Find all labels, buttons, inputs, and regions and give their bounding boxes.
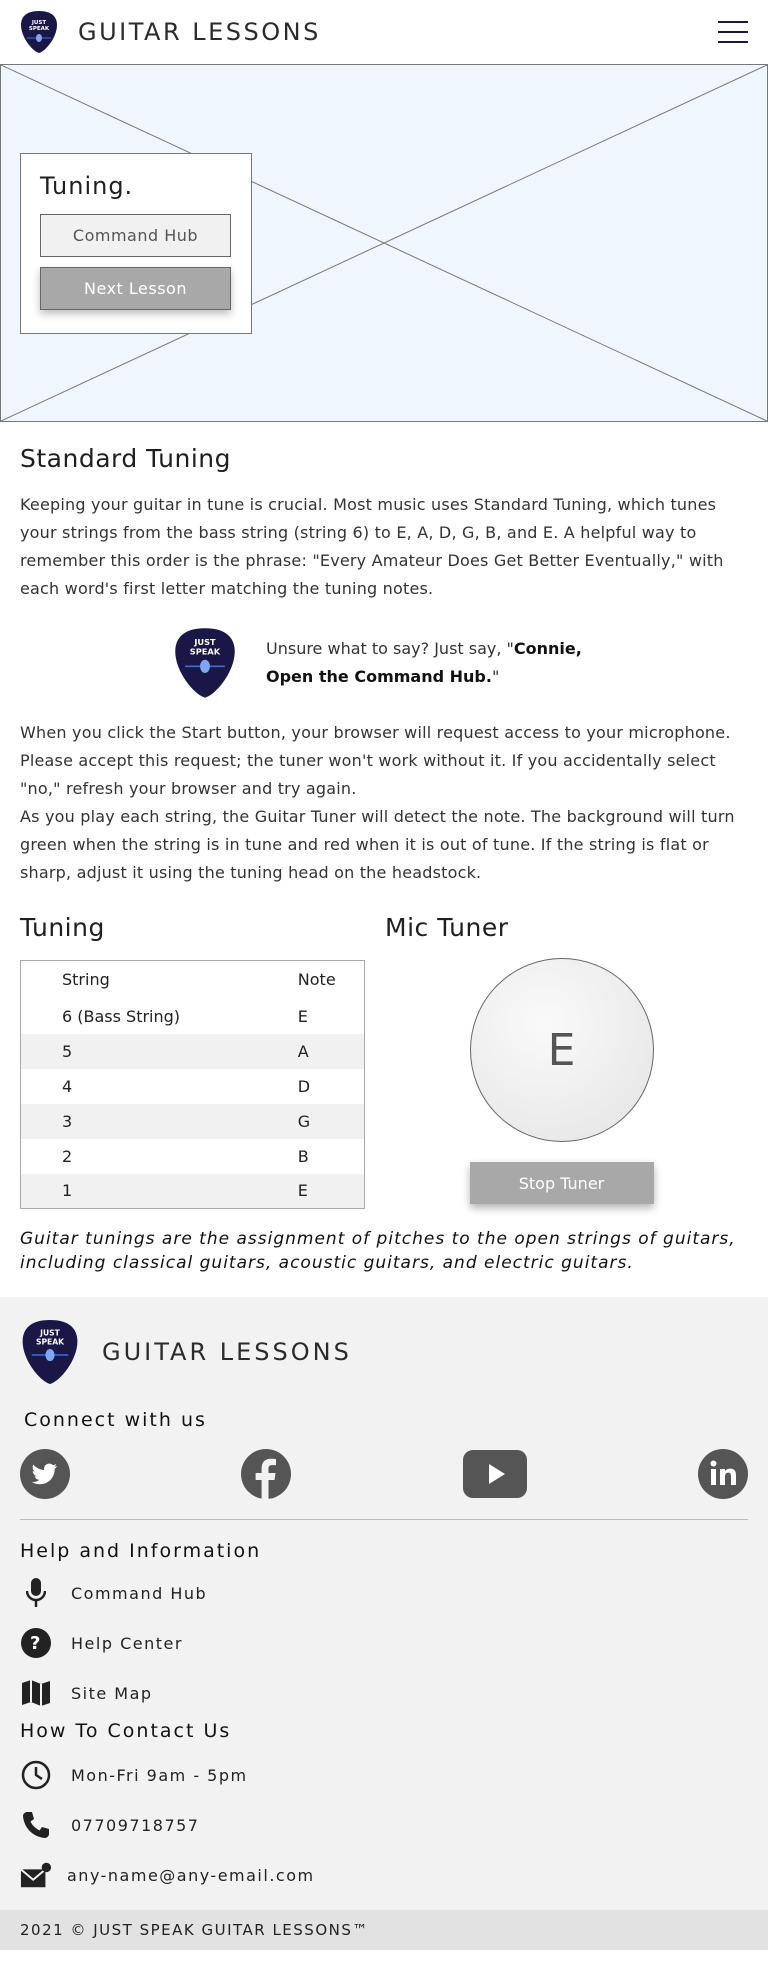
cell-string: 2 <box>62 1146 73 1166</box>
cell-string: 4 <box>62 1076 73 1096</box>
footer-logo-text-line2: SPEAK <box>36 1337 65 1346</box>
tuner-note-display: E <box>469 958 654 1142</box>
tuning-section: Tuning String Note 6 (Bass String) E 5A 4… <box>20 913 748 1209</box>
intro-paragraph: Keeping your guitar in tune is crucial. … <box>20 495 724 598</box>
cell-string: 3 <box>20 1103 298 1139</box>
contact-heading: How To Contact Us <box>20 1720 232 1742</box>
column-header-note: Note <box>297 970 336 990</box>
table-row: 5A <box>20 1033 365 1069</box>
social-links <box>20 1449 748 1520</box>
cell-note: E <box>297 1173 365 1209</box>
question-circle-icon: ? <box>20 1627 52 1659</box>
footer-title[interactable]: GUITAR LESSONS <box>102 1338 352 1366</box>
tip-logo-text-line2: SPEAK <box>190 647 221 657</box>
logo-text-line2: SPEAK <box>29 26 50 32</box>
table-row: 1E <box>20 1173 365 1209</box>
instructions-paragraph-1: When you click the Start button, your br… <box>20 723 731 798</box>
footer-brand[interactable]: JUST SPEAK GUITAR LESSONS <box>20 1317 748 1387</box>
brand[interactable]: JUST SPEAK GUITAR LESSONS <box>20 9 321 55</box>
mic-tuner: E Stop Tuner <box>375 958 748 1204</box>
menu-hamburger-icon[interactable] <box>718 19 748 45</box>
contact-hours: Mon-Fri 9am - 5pm <box>20 1750 748 1800</box>
logo-pick-icon: JUST SPEAK <box>172 625 238 701</box>
cell-note: B <box>297 1146 309 1166</box>
tip-suffix: " <box>491 667 500 686</box>
cell-string: 5 <box>20 1033 298 1069</box>
table-header-row: String Note <box>21 961 365 999</box>
command-hub-button[interactable]: Command Hub <box>40 214 231 257</box>
footer-link-label[interactable]: Help Center <box>71 1634 183 1653</box>
contact-phone-text[interactable]: 07709718757 <box>71 1816 199 1835</box>
voice-tip: JUST SPEAK Unsure what to say? Just say,… <box>20 625 748 701</box>
voice-tip-text: Unsure what to say? Just say, "Connie, O… <box>266 635 596 691</box>
tuning-table: String Note 6 (Bass String) E 5A 4D 3G 2B… <box>20 960 365 1209</box>
svg-text:?: ? <box>30 1633 42 1654</box>
site-title[interactable]: GUITAR LESSONS <box>78 18 321 46</box>
twitter-icon[interactable] <box>20 1449 70 1499</box>
hero-card: Tuning. Command Hub Next Lesson <box>20 153 252 334</box>
clock-icon <box>20 1759 52 1791</box>
contact-hours-text: Mon-Fri 9am - 5pm <box>71 1765 248 1785</box>
cell-string: 1 <box>20 1173 298 1209</box>
footer-link-label[interactable]: Command Hub <box>71 1584 207 1603</box>
hero-banner: Tuning. Command Hub Next Lesson <box>0 64 768 422</box>
mic-tuner-heading: Mic Tuner <box>385 913 509 942</box>
column-header-string: String <box>62 970 110 990</box>
youtube-icon[interactable] <box>462 1450 527 1498</box>
facebook-icon[interactable] <box>241 1449 292 1499</box>
mic-tuner-column: Mic Tuner E Stop Tuner <box>385 913 748 1209</box>
table-row: 3G <box>20 1103 365 1139</box>
tuning-heading: Tuning <box>20 913 105 942</box>
site-header: JUST SPEAK GUITAR LESSONS <box>0 0 768 64</box>
footer-link-command-hub[interactable]: Command Hub <box>20 1568 748 1618</box>
logo-pick-icon[interactable]: JUST SPEAK <box>20 9 58 55</box>
tuning-table-column: Tuning String Note 6 (Bass String) E 5A 4… <box>20 913 365 1209</box>
section-heading-standard-tuning: Standard Tuning <box>20 444 232 473</box>
microphone-icon <box>20 1577 52 1609</box>
contact-email[interactable]: any-name@any-email.com <box>20 1850 748 1900</box>
contact-email-text[interactable]: any-name@any-email.com <box>67 1866 315 1885</box>
instructions-paragraph-2: As you play each string, the Guitar Tune… <box>20 807 735 882</box>
site-footer: JUST SPEAK GUITAR LESSONS Connect with u… <box>0 1297 768 1950</box>
map-icon <box>20 1677 52 1709</box>
main-content: Standard Tuning Keeping your guitar in t… <box>0 444 768 1275</box>
tip-logo-text-line1: JUST <box>193 637 216 647</box>
tuning-caption: Guitar tunings are the assignment of pit… <box>20 1229 736 1273</box>
cell-note: E <box>297 1006 308 1026</box>
hero-title: Tuning. <box>40 172 134 200</box>
contact-phone[interactable]: 07709718757 <box>20 1800 748 1850</box>
footer-logo-text-line1: JUST <box>39 1328 60 1337</box>
cell-note: D <box>297 1076 311 1096</box>
copyright-bar: 2021 © JUST SPEAK GUITAR LESSONS™ <box>0 1910 768 1950</box>
table-row: 2B <box>21 1139 365 1174</box>
phone-icon <box>20 1809 52 1841</box>
table-row: 6 (Bass String) E <box>21 999 365 1034</box>
footer-link-site-map[interactable]: Site Map <box>20 1668 748 1718</box>
mail-icon <box>20 1859 52 1891</box>
help-heading: Help and Information <box>20 1540 262 1562</box>
footer-link-label[interactable]: Site Map <box>71 1684 153 1703</box>
next-lesson-button[interactable]: Next Lesson <box>40 267 231 310</box>
cell-note: G <box>297 1103 365 1139</box>
cell-note: A <box>297 1033 365 1069</box>
linkedin-icon[interactable] <box>697 1449 748 1499</box>
footer-link-help-center[interactable]: ? Help Center <box>20 1618 748 1668</box>
cell-string: 6 (Bass String) <box>62 1006 181 1026</box>
tip-prefix: Unsure what to say? Just say, " <box>266 639 514 658</box>
logo-pick-icon[interactable]: JUST SPEAK <box>20 1317 80 1387</box>
connect-heading: Connect with us <box>24 1409 207 1431</box>
stop-tuner-button[interactable]: Stop Tuner <box>469 1162 654 1204</box>
table-row: 4D <box>21 1069 365 1104</box>
